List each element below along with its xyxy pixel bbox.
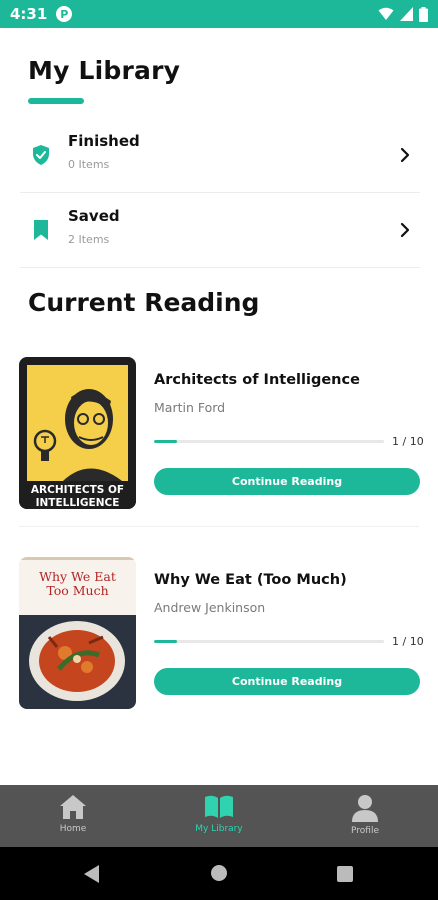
reading-progress-text: 1 / 10	[392, 435, 424, 448]
reading-progress-fill	[154, 440, 177, 443]
reading-progress-bar	[154, 640, 384, 643]
tab-label: Home	[59, 824, 87, 834]
section-title-current-reading: Current Reading	[28, 288, 260, 317]
battery-icon	[419, 6, 428, 22]
reading-progress-bar	[154, 440, 384, 443]
library-row-label: Saved	[68, 207, 120, 225]
bookmark-icon	[34, 220, 48, 240]
book-card: Why We Eat Too Much Why We Eat (Too Much…	[0, 557, 438, 727]
reading-progress-fill	[154, 640, 177, 643]
recents-button[interactable]	[337, 866, 353, 882]
back-icon[interactable]	[84, 865, 100, 883]
shield-check-icon	[33, 145, 49, 165]
page-title: My Library	[28, 56, 181, 85]
book-divider	[19, 526, 419, 527]
library-row-finished[interactable]: Finished 0 Items	[20, 119, 420, 193]
library-row-count: 0 Items	[68, 158, 110, 171]
wifi-icon	[378, 7, 394, 20]
system-navigation-bar	[0, 847, 438, 900]
chevron-right-icon	[400, 147, 410, 163]
title-underline	[28, 98, 84, 104]
tab-profile[interactable]: Profile	[292, 785, 438, 847]
library-row-label: Finished	[68, 132, 140, 150]
book-author: Andrew Jenkinson	[154, 600, 266, 615]
book-cover[interactable]: Why We Eat Too Much	[19, 557, 136, 709]
book-title[interactable]: Why We Eat (Too Much)	[154, 572, 347, 588]
bottom-navigation: Home My Library Profile	[0, 785, 438, 847]
status-bar: 4:31 P	[0, 0, 438, 28]
book-title[interactable]: Architects of Intelligence	[154, 372, 360, 388]
book-cover-text: ARCHITECTS OF INTELLIGENCE	[30, 484, 125, 509]
home-button[interactable]	[211, 865, 227, 881]
book-card: ARCHITECTS OF INTELLIGENCE Architects of…	[0, 357, 438, 527]
signal-icon	[400, 7, 413, 21]
library-row-count: 2 Items	[68, 233, 110, 246]
book-author: Martin Ford	[154, 400, 226, 415]
app-notification-icon: P	[56, 6, 73, 22]
tab-home[interactable]: Home	[0, 785, 146, 847]
person-icon	[352, 795, 378, 822]
library-row-saved[interactable]: Saved 2 Items	[20, 194, 420, 268]
continue-reading-button[interactable]: Continue Reading	[154, 668, 420, 695]
book-open-icon	[205, 795, 233, 818]
tab-my-library[interactable]: My Library	[146, 785, 292, 847]
chevron-right-icon	[400, 222, 410, 238]
continue-reading-button[interactable]: Continue Reading	[154, 468, 420, 495]
status-icons	[378, 6, 428, 22]
book-cover[interactable]: ARCHITECTS OF INTELLIGENCE	[19, 357, 136, 509]
home-icon	[60, 795, 86, 819]
book-cover-text: Why We Eat Too Much	[39, 569, 116, 598]
reading-progress-text: 1 / 10	[392, 635, 424, 648]
status-time: 4:31	[10, 5, 48, 23]
tab-label: Profile	[351, 826, 379, 836]
tab-label: My Library	[195, 824, 243, 834]
